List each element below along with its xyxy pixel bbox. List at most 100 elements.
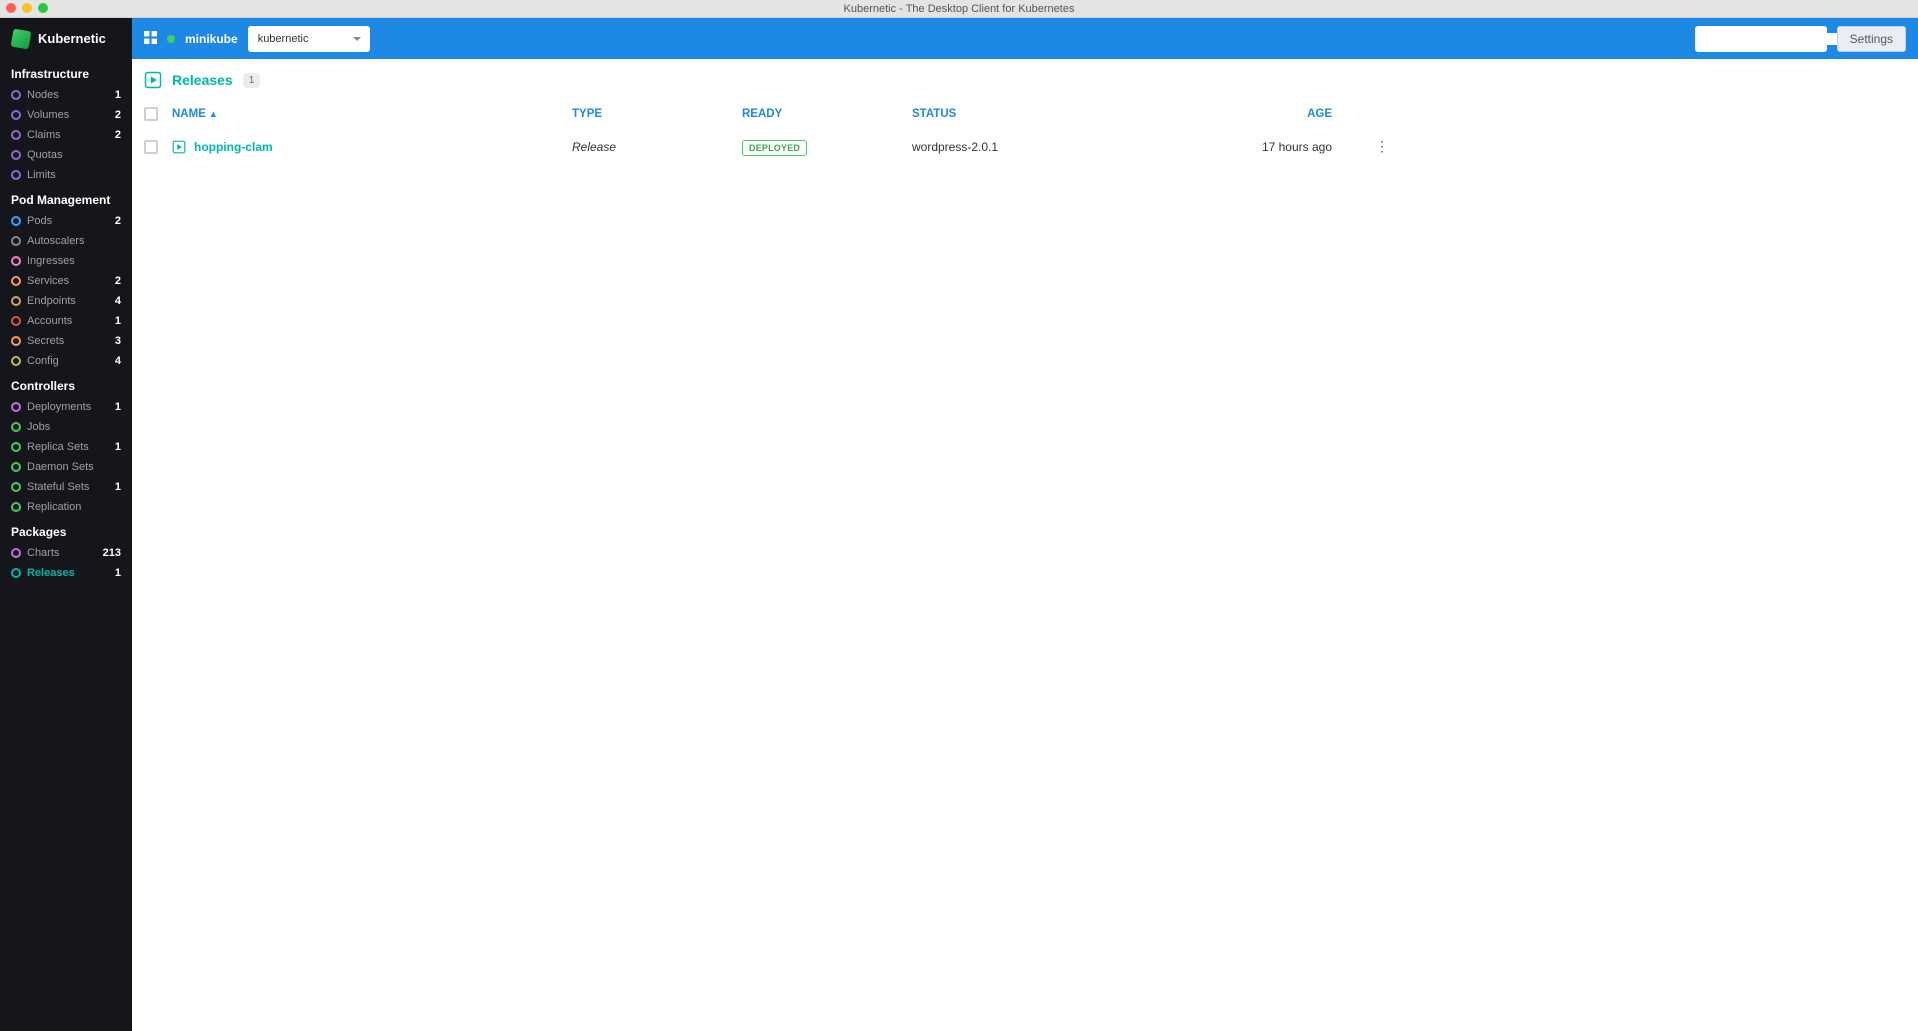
nav-item-icon <box>11 110 21 120</box>
nav-item-label: Claims <box>27 128 115 142</box>
nav-item-label: Volumes <box>27 108 115 122</box>
table-header: NAME▲ TYPE READY STATUS AGE <box>144 101 1918 127</box>
sidebar-item-ingresses[interactable]: Ingresses <box>0 251 132 271</box>
window-controls <box>6 3 48 13</box>
releases-table: NAME▲ TYPE READY STATUS AGE hopping-clam… <box>144 101 1918 165</box>
sidebar-item-deployments[interactable]: Deployments1 <box>0 397 132 417</box>
close-window-icon[interactable] <box>6 3 16 13</box>
sidebar-item-limits[interactable]: Limits <box>0 165 132 185</box>
nav-item-count: 1 <box>115 314 121 328</box>
row-name[interactable]: hopping-clam <box>172 140 572 154</box>
search-input-wrap[interactable] <box>1695 26 1827 52</box>
sidebar-item-stateful-sets[interactable]: Stateful Sets1 <box>0 477 132 497</box>
nav-item-count: 3 <box>115 334 121 348</box>
cluster-name[interactable]: minikube <box>185 32 238 46</box>
brand-logo-icon <box>11 28 32 49</box>
sidebar-item-autoscalers[interactable]: Autoscalers <box>0 231 132 251</box>
nav-item-icon <box>11 256 21 266</box>
releases-icon <box>144 71 162 89</box>
row-name-text: hopping-clam <box>194 140 273 154</box>
page-header: Releases 1 <box>144 71 1918 97</box>
nav-item-count: 4 <box>115 354 121 368</box>
nav-item-icon <box>11 296 21 306</box>
sidebar-item-claims[interactable]: Claims2 <box>0 125 132 145</box>
app-grid-icon[interactable] <box>144 31 157 47</box>
maximize-window-icon[interactable] <box>38 3 48 13</box>
nav-item-icon <box>11 482 21 492</box>
page-count-badge: 1 <box>243 73 261 88</box>
select-all-checkbox[interactable] <box>144 107 158 121</box>
col-ready[interactable]: READY <box>742 108 912 120</box>
sidebar-item-replication[interactable]: Replication <box>0 497 132 517</box>
nav-item-icon <box>11 130 21 140</box>
nav-item-icon <box>11 568 21 578</box>
brand-name: Kubernetic <box>38 31 106 46</box>
sidebar-item-config[interactable]: Config4 <box>0 351 132 371</box>
content: Releases 1 NAME▲ TYPE READY STATUS AGE h… <box>132 59 1918 1031</box>
nav-item-count: 1 <box>115 566 121 580</box>
nav-item-label: Nodes <box>27 88 115 102</box>
nav-item-icon <box>11 276 21 286</box>
sidebar-item-daemon-sets[interactable]: Daemon Sets <box>0 457 132 477</box>
sidebar-item-replica-sets[interactable]: Replica Sets1 <box>0 437 132 457</box>
sidebar-item-jobs[interactable]: Jobs <box>0 417 132 437</box>
nav-item-label: Config <box>27 354 115 368</box>
release-icon <box>172 140 186 154</box>
sidebar-item-charts[interactable]: Charts213 <box>0 543 132 563</box>
nav-item-count: 4 <box>115 294 121 308</box>
sidebar-item-quotas[interactable]: Quotas <box>0 145 132 165</box>
sidebar-section-title: Controllers <box>0 371 132 397</box>
nav-item-label: Daemon Sets <box>27 460 121 474</box>
nav-item-label: Releases <box>27 566 115 580</box>
nav-item-label: Stateful Sets <box>27 480 115 494</box>
nav-item-label: Jobs <box>27 420 121 434</box>
namespace-select[interactable]: kubernetic <box>248 26 370 52</box>
col-status[interactable]: STATUS <box>912 108 1172 120</box>
nav-item-icon <box>11 422 21 432</box>
sidebar-item-nodes[interactable]: Nodes1 <box>0 85 132 105</box>
nav-item-label: Charts <box>27 546 103 560</box>
nav-item-count: 2 <box>115 128 121 142</box>
nav-item-label: Deployments <box>27 400 115 414</box>
nav-item-icon <box>11 548 21 558</box>
nav-item-icon <box>11 150 21 160</box>
sidebar-item-volumes[interactable]: Volumes2 <box>0 105 132 125</box>
nav-item-count: 2 <box>115 214 121 228</box>
table-row[interactable]: hopping-clamReleaseDEPLOYEDwordpress-2.0… <box>144 127 1918 165</box>
col-type[interactable]: TYPE <box>572 108 742 120</box>
window-title: Kubernetic - The Desktop Client for Kube… <box>844 3 1075 15</box>
row-ready: DEPLOYED <box>742 140 912 154</box>
nav-item-label: Autoscalers <box>27 234 121 248</box>
nav-item-label: Quotas <box>27 148 121 162</box>
nav-item-label: Limits <box>27 168 121 182</box>
nav-item-count: 1 <box>115 400 121 414</box>
nav-item-count: 2 <box>115 108 121 122</box>
sidebar-item-services[interactable]: Services2 <box>0 271 132 291</box>
col-age[interactable]: AGE <box>1172 108 1352 120</box>
sort-asc-icon: ▲ <box>209 109 218 119</box>
brand[interactable]: Kubernetic <box>0 18 132 59</box>
nav-item-icon <box>11 216 21 226</box>
nav-item-count: 1 <box>115 88 121 102</box>
sidebar-item-pods[interactable]: Pods2 <box>0 211 132 231</box>
settings-button[interactable]: Settings <box>1837 26 1906 52</box>
nav-item-icon <box>11 356 21 366</box>
col-name[interactable]: NAME▲ <box>172 108 572 120</box>
nav-item-icon <box>11 90 21 100</box>
search-input[interactable] <box>1703 33 1845 45</box>
sidebar-item-accounts[interactable]: Accounts1 <box>0 311 132 331</box>
minimize-window-icon[interactable] <box>22 3 32 13</box>
sidebar-item-endpoints[interactable]: Endpoints4 <box>0 291 132 311</box>
row-type: Release <box>572 140 742 154</box>
row-checkbox[interactable] <box>144 140 158 154</box>
sidebar-section-title: Infrastructure <box>0 59 132 85</box>
sidebar-item-secrets[interactable]: Secrets3 <box>0 331 132 351</box>
nav-item-icon <box>11 502 21 512</box>
deployed-badge: DEPLOYED <box>742 140 807 156</box>
nav-item-label: Services <box>27 274 115 288</box>
titlebar: Kubernetic - The Desktop Client for Kube… <box>0 0 1918 18</box>
nav-item-icon <box>11 336 21 346</box>
nav-item-count: 213 <box>103 546 121 560</box>
row-menu-icon[interactable]: ⋮ <box>1352 138 1412 155</box>
sidebar-item-releases[interactable]: Releases1 <box>0 563 132 583</box>
